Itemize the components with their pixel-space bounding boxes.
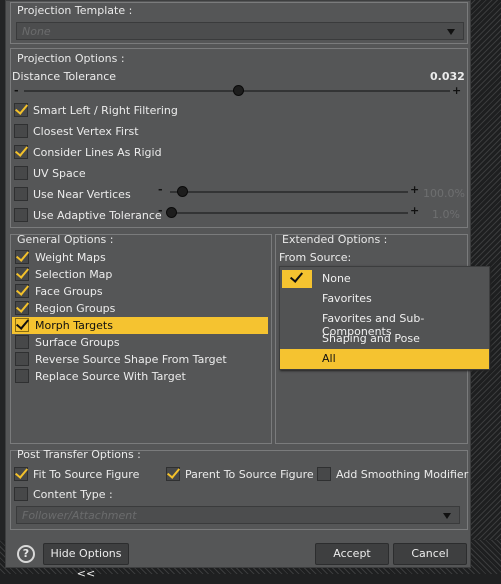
weight-maps-label: Weight Maps [35, 251, 106, 264]
chevron-down-icon [443, 513, 451, 519]
selection-map-checkbox[interactable] [15, 267, 29, 281]
surface-groups-checkbox[interactable] [15, 335, 29, 349]
reverse-source-checkbox[interactable] [15, 352, 29, 366]
near-vertices-label: Use Near Vertices [33, 188, 131, 201]
from-source-label: From Source: [279, 251, 352, 264]
selection-map-label: Selection Map [35, 268, 113, 281]
adaptive-tolerance-handle[interactable] [166, 207, 177, 218]
projection-options-title: Projection Options : [17, 52, 125, 65]
distance-tolerance-value[interactable]: 0.032 [430, 70, 465, 83]
dropdown-option-all[interactable]: All [280, 349, 489, 369]
content-type-value: Follower/Attachment [22, 509, 137, 522]
slider-minus-icon: - [158, 204, 163, 217]
projection-template-label: Projection Template : [17, 4, 133, 17]
distance-tolerance-label: Distance Tolerance [12, 70, 117, 83]
morph-targets-checkbox[interactable] [15, 318, 29, 332]
slider-plus-icon: + [452, 84, 462, 97]
reverse-source-label: Reverse Source Shape From Target [35, 353, 227, 366]
fit-to-source-label: Fit To Source Figure [33, 468, 140, 481]
accept-button[interactable]: Accept [315, 543, 389, 565]
fit-to-source-checkbox[interactable] [14, 467, 28, 481]
smart-filtering-checkbox[interactable] [14, 103, 28, 117]
dropdown-option-none[interactable]: None [280, 269, 489, 289]
closest-vertex-label: Closest Vertex First [33, 125, 139, 138]
weight-maps-checkbox[interactable] [15, 250, 29, 264]
dropdown-option-favorites-sub[interactable]: Favorites and Sub-Components [280, 309, 489, 338]
dropdown-option-shaping-pose[interactable]: Shaping and Pose [280, 329, 489, 349]
content-type-select[interactable]: Follower/Attachment [16, 506, 460, 524]
content-type-label: Content Type : [33, 488, 113, 501]
near-vertices-value: 100.0% [423, 187, 465, 200]
cancel-button[interactable]: Cancel [393, 543, 467, 565]
distance-tolerance-handle[interactable] [233, 85, 244, 96]
slider-plus-icon: + [410, 183, 420, 196]
surface-groups-label: Surface Groups [35, 336, 120, 349]
adaptive-tolerance-checkbox[interactable] [14, 208, 28, 222]
dropdown-option-label: None [322, 272, 351, 285]
projection-template-value: None [22, 25, 51, 38]
morph-targets-label: Morph Targets [35, 319, 113, 332]
extended-options-title: Extended Options : [282, 233, 388, 246]
adaptive-tolerance-slider[interactable] [170, 212, 408, 214]
lines-rigid-checkbox[interactable] [14, 145, 28, 159]
slider-minus-icon: - [14, 84, 19, 97]
smart-filtering-label: Smart Left / Right Filtering [33, 104, 178, 117]
uv-space-checkbox[interactable] [14, 166, 28, 180]
face-groups-label: Face Groups [35, 285, 103, 298]
uv-space-label: UV Space [33, 167, 86, 180]
region-groups-checkbox[interactable] [15, 301, 29, 315]
add-smoothing-label: Add Smoothing Modifier [336, 468, 469, 481]
slider-minus-icon: - [158, 183, 163, 196]
replace-source-checkbox[interactable] [15, 369, 29, 383]
closest-vertex-checkbox[interactable] [14, 124, 28, 138]
check-icon [290, 272, 304, 286]
lines-rigid-label: Consider Lines As Rigid [33, 146, 162, 159]
adaptive-tolerance-value: 1.0% [432, 208, 460, 221]
region-groups-label: Region Groups [35, 302, 116, 315]
face-groups-checkbox[interactable] [15, 284, 29, 298]
parent-to-source-checkbox[interactable] [166, 467, 180, 481]
parent-to-source-label: Parent To Source Figure [185, 468, 314, 481]
projection-template-select[interactable]: None [16, 22, 464, 40]
chevron-down-icon [447, 29, 455, 35]
general-options-title: General Options : [17, 233, 114, 246]
dropdown-option-label: All [322, 352, 336, 365]
near-vertices-handle[interactable] [177, 186, 188, 197]
near-vertices-slider[interactable] [170, 191, 408, 193]
dropdown-option-label: Favorites [322, 292, 372, 305]
dropdown-option-favorites[interactable]: Favorites [280, 289, 489, 309]
help-icon[interactable]: ? [17, 545, 35, 563]
adaptive-tolerance-label: Use Adaptive Tolerance [33, 209, 162, 222]
post-transfer-title: Post Transfer Options : [17, 448, 141, 461]
from-source-dropdown-list[interactable]: None Favorites Favorites and Sub-Compone… [279, 266, 490, 370]
hide-options-button[interactable]: Hide Options << [43, 543, 129, 580]
add-smoothing-checkbox[interactable] [317, 467, 331, 481]
slider-plus-icon: + [410, 204, 420, 217]
near-vertices-checkbox[interactable] [14, 187, 28, 201]
replace-source-label: Replace Source With Target [35, 370, 186, 383]
content-type-checkbox[interactable] [14, 487, 28, 501]
dropdown-option-label: Shaping and Pose [322, 332, 420, 345]
